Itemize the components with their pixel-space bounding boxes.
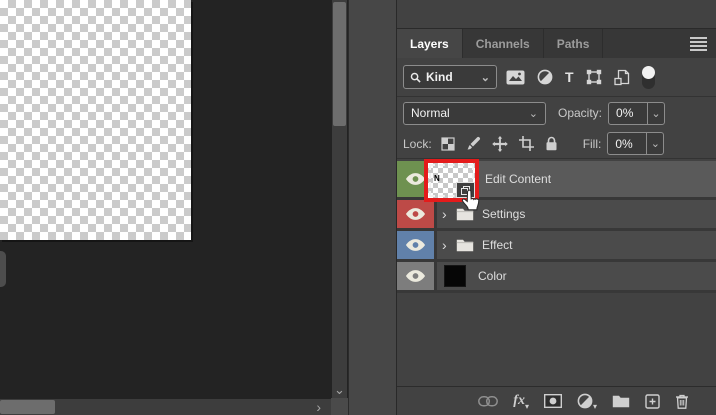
link-layers-icon[interactable] <box>478 395 499 407</box>
new-group-icon[interactable] <box>612 394 630 408</box>
expand-chevron-icon[interactable]: › <box>442 238 451 252</box>
lock-row: Lock: Fill: 0% ⌄ <box>397 129 716 159</box>
layer-name: Effect <box>482 238 513 252</box>
layers-panel: Layers Channels Paths Kind ⌄ T Normal ⌄ … <box>397 0 716 415</box>
opacity-dropdown[interactable]: 0% ⌄ <box>608 101 666 125</box>
layer-name: Edit Content <box>485 172 552 186</box>
new-adjustment-layer-icon[interactable]: ▾ <box>577 393 597 411</box>
panel-menu-icon[interactable] <box>690 36 707 51</box>
delete-layer-icon[interactable] <box>675 394 689 409</box>
pixel-layers-filter-icon[interactable] <box>506 70 525 85</box>
search-icon <box>410 72 421 83</box>
blend-row: Normal ⌄ Opacity: 0% ⌄ <box>397 97 716 129</box>
lock-all-icon[interactable] <box>545 136 558 151</box>
caret-down-icon: ▾ <box>524 401 529 411</box>
horizontal-scrollbar[interactable]: › <box>0 399 331 415</box>
opacity-label: Opacity: <box>558 106 603 120</box>
blend-mode-value: Normal <box>411 106 450 120</box>
eye-icon <box>405 173 426 185</box>
panel-gutter <box>348 0 397 415</box>
scroll-down-icon[interactable]: ⌄ <box>332 383 347 396</box>
lock-position-icon[interactable] <box>491 135 508 152</box>
chevron-down-icon: ⌄ <box>528 107 538 120</box>
group-folder-icon <box>456 239 474 252</box>
layer-thumbnail[interactable]: N <box>428 163 480 211</box>
layer-row-settings[interactable]: › Settings <box>397 200 716 228</box>
smart-objects-filter-icon[interactable] <box>613 69 630 86</box>
thumbnail-artwork: N <box>434 174 440 183</box>
filter-icon-group: T <box>506 65 655 89</box>
toggle-pill-icon <box>641 65 655 89</box>
layer-name: Settings <box>482 207 526 221</box>
chevron-down-icon[interactable]: ⌄ <box>647 102 664 124</box>
opacity-value: 0% <box>616 106 634 120</box>
layer-row-edit-content[interactable]: N Edit Content <box>397 159 716 211</box>
vertical-scrollbar[interactable]: ⌄ <box>332 0 347 398</box>
lock-icon-group <box>441 135 558 152</box>
layer-name: Color <box>478 269 507 283</box>
scroll-right-icon[interactable]: › <box>316 400 321 414</box>
tab-layers[interactable]: Layers <box>397 29 463 58</box>
hand-cursor-icon <box>461 189 480 211</box>
visibility-toggle[interactable] <box>397 200 434 228</box>
layer-row-color[interactable]: Color <box>397 262 716 290</box>
document-canvas[interactable] <box>0 0 191 240</box>
horizontal-scrollbar-thumb[interactable] <box>0 400 55 414</box>
layer-row-effect[interactable]: › Effect <box>397 231 716 259</box>
fill-dropdown[interactable]: 0% ⌄ <box>607 132 665 155</box>
type-layers-filter-icon[interactable]: T <box>565 69 574 85</box>
panel-tab-bar: Layers Channels Paths <box>397 28 716 58</box>
eye-icon <box>405 270 426 282</box>
lock-transparent-pixels-icon[interactable] <box>441 136 455 151</box>
shape-layers-filter-icon[interactable] <box>586 69 602 85</box>
expand-chevron-icon[interactable]: › <box>442 207 451 221</box>
filter-kind-dropdown[interactable]: Kind ⌄ <box>403 65 497 89</box>
lock-image-pixels-icon[interactable] <box>466 136 481 151</box>
layer-filtering-toggle[interactable] <box>641 65 655 89</box>
layer-style-fx-icon[interactable]: fx ▾ <box>513 393 529 411</box>
vertical-scrollbar-thumb[interactable] <box>333 2 346 126</box>
layer-row-content[interactable]: › Effect <box>437 231 716 259</box>
scrollbar-corner <box>331 398 348 415</box>
panel-bottom-toolbar: fx ▾ ▾ <box>397 386 716 415</box>
blend-mode-dropdown[interactable]: Normal ⌄ <box>403 101 546 125</box>
layer-filter-row: Kind ⌄ T <box>397 58 716 97</box>
visibility-toggle[interactable] <box>397 231 434 259</box>
caret-down-icon: ▾ <box>592 401 597 411</box>
eye-icon <box>405 239 426 251</box>
fx-label: fx <box>513 393 525 408</box>
lock-artboard-icon[interactable] <box>518 136 534 151</box>
filter-kind-label: Kind <box>426 70 453 84</box>
layer-row-content[interactable]: Color <box>437 262 716 290</box>
tab-channels[interactable]: Channels <box>463 29 544 58</box>
layers-list: N Edit Content › Settings › Effect Color <box>397 159 716 293</box>
photoshop-workspace: ⌄ › Layers Channels Paths Kind ⌄ T Norma… <box>0 0 716 415</box>
collapsed-panel-handle[interactable] <box>0 251 6 287</box>
layer-thumbnail-swatch[interactable] <box>444 265 466 287</box>
chevron-down-icon[interactable]: ⌄ <box>646 133 663 154</box>
highlight-frame: N <box>424 159 480 211</box>
fill-value: 0% <box>615 136 633 151</box>
fill-label: Fill: <box>582 136 602 151</box>
visibility-toggle[interactable] <box>397 262 434 290</box>
add-layer-mask-icon[interactable] <box>543 394 562 408</box>
eye-icon <box>405 208 426 220</box>
adjustment-layers-filter-icon[interactable] <box>537 69 553 85</box>
chevron-down-icon: ⌄ <box>480 71 490 84</box>
layer-row-content[interactable]: N Edit Content <box>424 159 716 211</box>
lock-label: Lock: <box>403 136 432 151</box>
new-layer-icon[interactable] <box>645 393 660 409</box>
tab-paths[interactable]: Paths <box>544 29 604 58</box>
